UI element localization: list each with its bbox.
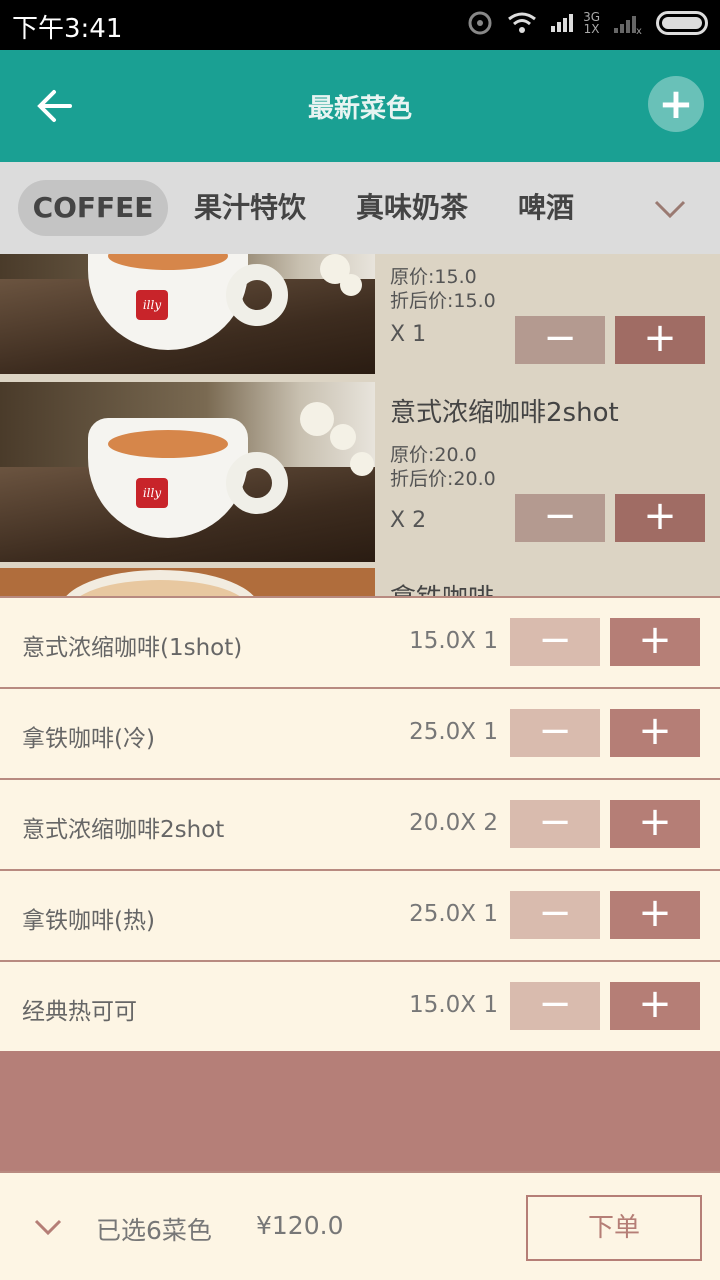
cart-item-name: 意式浓缩咖啡2shot bbox=[22, 817, 225, 843]
cart-sheet: 意式浓缩咖啡(1shot) 15.0X 1 − + 拿铁咖啡(冷) 25.0X … bbox=[0, 596, 720, 1053]
status-bar: 下午3:41 3G 1X x bbox=[0, 0, 720, 50]
cart-decrease-button[interactable]: − bbox=[510, 982, 600, 1030]
tab-juice[interactable]: 果汁特饮 bbox=[184, 180, 316, 236]
cart-row: 拿铁咖啡(热) 25.0X 1 − + bbox=[0, 871, 720, 962]
decrease-button[interactable]: − bbox=[515, 494, 605, 542]
wifi-icon bbox=[508, 12, 536, 33]
menu-item-photo: illy bbox=[0, 382, 375, 562]
category-expand-button[interactable] bbox=[650, 190, 690, 226]
cart-increase-button[interactable]: + bbox=[610, 800, 700, 848]
menu-item: 拿铁咖啡 bbox=[0, 568, 720, 596]
menu-item: illy 原价:15.0 折后价:15.0 X 1 − + bbox=[0, 254, 720, 380]
selected-count: 已选6菜色 bbox=[96, 1216, 212, 1245]
cart-row: 意式浓缩咖啡2shot 20.0X 2 − + bbox=[0, 780, 720, 871]
cart-decrease-button[interactable]: − bbox=[510, 800, 600, 848]
place-order-button[interactable]: 下单 bbox=[526, 1195, 702, 1261]
total-price: ¥120.0 bbox=[256, 1211, 344, 1240]
cart-row: 拿铁咖啡(冷) 25.0X 1 − + bbox=[0, 689, 720, 780]
chevron-down-icon bbox=[34, 1219, 62, 1236]
menu-item-photo bbox=[0, 568, 375, 596]
tab-beer[interactable]: 啤酒 bbox=[508, 180, 584, 236]
cart-item-price: 15.0X 1 bbox=[409, 992, 498, 1018]
tab-milk-tea[interactable]: 真味奶茶 bbox=[346, 180, 478, 236]
add-button[interactable]: + bbox=[648, 76, 704, 132]
cart-increase-button[interactable]: + bbox=[610, 709, 700, 757]
menu-item-qty: X 2 bbox=[390, 508, 427, 533]
increase-button[interactable]: + bbox=[615, 494, 705, 542]
increase-button[interactable]: + bbox=[615, 316, 705, 364]
discount-price: 折后价:20.0 bbox=[390, 468, 496, 490]
order-footer: 已选6菜色 ¥120.0 下单 bbox=[0, 1171, 720, 1280]
status-time: 下午3:41 bbox=[12, 14, 123, 44]
chevron-down-icon bbox=[654, 200, 686, 219]
status-icons: 3G 1X x bbox=[467, 10, 708, 36]
battery-icon bbox=[656, 11, 708, 35]
cart-row: 经典热可可 15.0X 1 − + bbox=[0, 962, 720, 1053]
cart-increase-button[interactable]: + bbox=[610, 982, 700, 1030]
cart-row: 意式浓缩咖啡(1shot) 15.0X 1 − + bbox=[0, 598, 720, 689]
discount-price: 折后价:15.0 bbox=[390, 290, 496, 312]
cart-item-name: 拿铁咖啡(热) bbox=[22, 908, 155, 934]
menu-list: illy 原价:15.0 折后价:15.0 X 1 − + illy 意式浓缩咖… bbox=[0, 254, 720, 596]
cart-item-price: 25.0X 1 bbox=[409, 719, 498, 745]
cart-toggle-button[interactable] bbox=[32, 1215, 64, 1239]
cart-decrease-button[interactable]: − bbox=[510, 618, 600, 666]
menu-item-name: 拿铁咖啡 bbox=[390, 578, 494, 596]
sync-icon bbox=[468, 11, 492, 35]
cart-item-name: 拿铁咖啡(冷) bbox=[22, 726, 155, 752]
signal-icon: x bbox=[614, 16, 642, 34]
menu-item-name: 意式浓缩咖啡2shot bbox=[390, 398, 619, 428]
original-price: 原价:15.0 bbox=[390, 266, 477, 288]
plus-icon: + bbox=[658, 79, 694, 128]
cart-item-price: 20.0X 2 bbox=[409, 810, 498, 836]
category-tabs: COFFEE 果汁特饮 真味奶茶 啤酒 bbox=[0, 162, 720, 254]
cart-item-name: 经典热可可 bbox=[22, 999, 137, 1025]
network-type-bottom: 1X bbox=[583, 22, 600, 36]
mobile-data-icon: 3G 1X bbox=[551, 11, 600, 35]
cart-increase-button[interactable]: + bbox=[610, 891, 700, 939]
cart-increase-button[interactable]: + bbox=[610, 618, 700, 666]
menu-item-photo: illy bbox=[0, 254, 375, 374]
cart-overlay[interactable] bbox=[0, 1051, 720, 1171]
page-title: 最新菜色 bbox=[307, 94, 412, 124]
svg-text:x: x bbox=[636, 26, 642, 34]
menu-item-qty: X 1 bbox=[390, 322, 427, 347]
tab-coffee[interactable]: COFFEE bbox=[18, 180, 168, 236]
cart-item-price: 25.0X 1 bbox=[409, 901, 498, 927]
original-price: 原价:20.0 bbox=[390, 444, 477, 466]
app-header: 最新菜色 + bbox=[0, 50, 720, 162]
cart-item-price: 15.0X 1 bbox=[409, 628, 498, 654]
cart-decrease-button[interactable]: − bbox=[510, 709, 600, 757]
menu-item: illy 意式浓缩咖啡2shot 原价:20.0 折后价:20.0 X 2 − … bbox=[0, 382, 720, 568]
cart-decrease-button[interactable]: − bbox=[510, 891, 600, 939]
decrease-button[interactable]: − bbox=[515, 316, 605, 364]
cart-item-name: 意式浓缩咖啡(1shot) bbox=[22, 635, 243, 661]
